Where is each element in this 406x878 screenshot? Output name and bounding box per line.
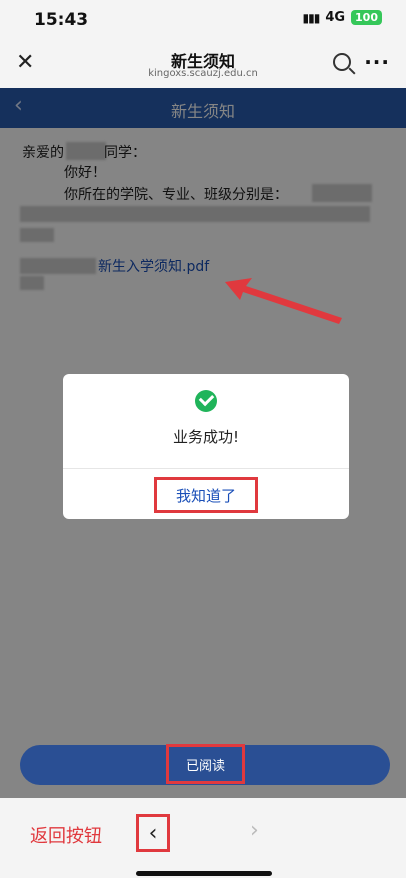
check-circle-icon — [195, 390, 217, 412]
dialog-message: 业务成功! — [172, 428, 239, 446]
dialog-divider — [63, 468, 349, 469]
nav-back-button[interactable]: ‹ — [136, 814, 170, 852]
read-button[interactable]: 已阅读 — [20, 744, 390, 785]
success-dialog: 业务成功! 我知道了 — [63, 374, 349, 519]
home-indicator — [136, 871, 272, 876]
bottom-nav: 返回按钮 ‹ › — [0, 798, 406, 878]
chevron-left-icon: ‹ — [148, 820, 158, 846]
arrow-icon — [225, 278, 342, 324]
back-button-hint: 返回按钮 — [30, 826, 102, 847]
ok-button[interactable]: 我知道了 — [154, 477, 258, 513]
chevron-right-icon[interactable]: › — [250, 818, 259, 843]
read-button-label[interactable]: 已阅读 — [166, 744, 245, 784]
